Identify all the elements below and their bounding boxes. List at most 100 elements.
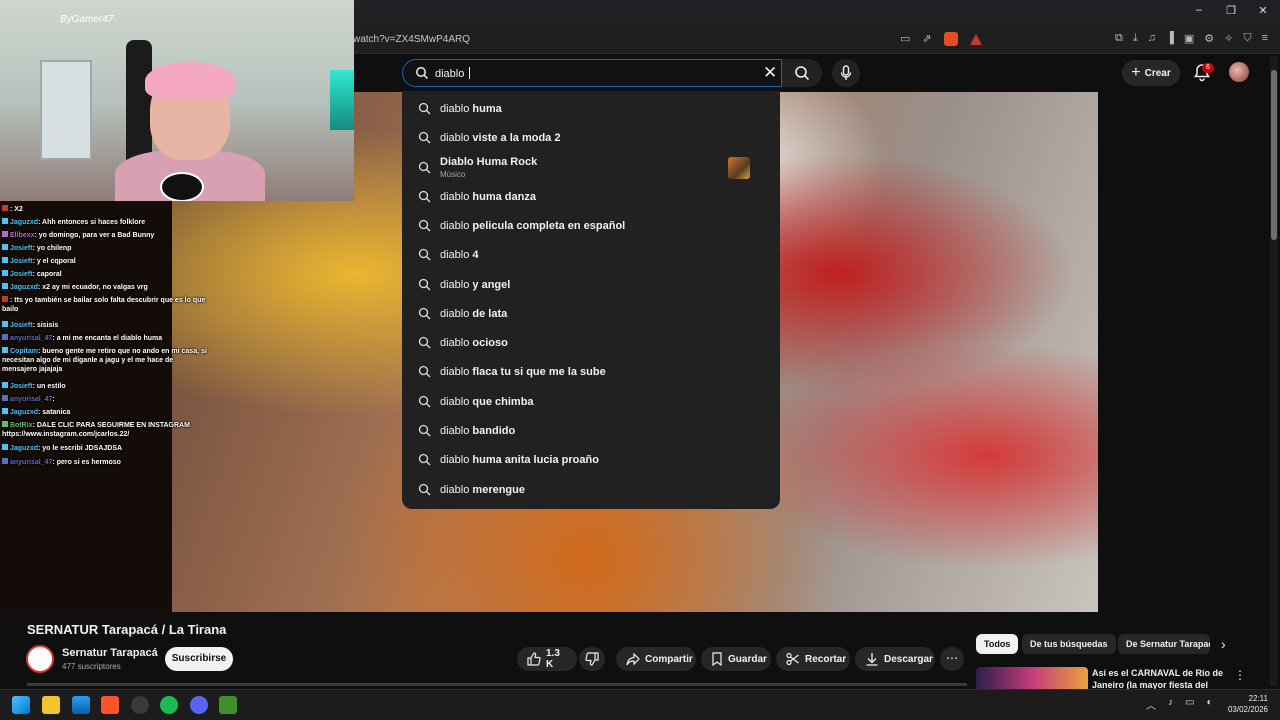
like-button[interactable]: 1.3 K xyxy=(517,647,577,671)
url-text[interactable]: watch?v=ZX4SMwP4ARQ xyxy=(353,34,470,45)
vpn-icon[interactable]: ⛉ xyxy=(1243,32,1251,45)
chat-username: Josieft xyxy=(10,271,33,278)
related-video-thumbnail[interactable] xyxy=(976,667,1088,689)
suggestion-text: diablo de lata xyxy=(440,308,508,320)
chat-text: : Ahh entonces si haces folklore xyxy=(38,219,146,226)
suggestion-text: diablo ocioso xyxy=(440,337,508,349)
close-window-button[interactable]: ✕ xyxy=(1254,4,1272,17)
dislike-button[interactable] xyxy=(579,647,605,671)
minimize-button[interactable]: – xyxy=(1190,4,1208,17)
search-button[interactable] xyxy=(782,59,822,87)
search-suggestion[interactable]: diablo ocioso xyxy=(402,328,780,356)
search-icon xyxy=(418,453,431,466)
clear-search-button[interactable]: ✕ xyxy=(763,64,777,82)
save-button[interactable]: Guardar xyxy=(701,647,771,671)
chip-all[interactable]: Todos xyxy=(976,634,1019,654)
taskbar-clock-time[interactable]: 22:11 xyxy=(1228,694,1268,703)
minecraft-icon[interactable] xyxy=(219,696,237,714)
download-icon xyxy=(866,653,878,666)
cast-icon[interactable]: ▭ xyxy=(900,32,910,46)
voice-search-button[interactable] xyxy=(832,59,860,87)
download-icon[interactable]: ⤓ xyxy=(1133,32,1138,45)
related-video-title[interactable]: Así es el CARNAVAL de Río de Janeiro (la… xyxy=(1092,667,1226,689)
chat-username: Josieft xyxy=(10,258,33,265)
chevron-right-icon[interactable]: › xyxy=(1221,636,1226,652)
share-icon[interactable]: ⇗ xyxy=(922,32,931,46)
search-suggestion[interactable]: diablo merengue xyxy=(402,475,780,503)
search-icon xyxy=(418,219,431,232)
download-button[interactable]: Descargar xyxy=(855,647,935,671)
kebab-menu-icon[interactable]: ⋮ xyxy=(1234,668,1246,682)
search-suggestion[interactable]: diablo huma danza xyxy=(402,182,780,210)
chat-message: Jaguzxd: satanica xyxy=(2,408,208,417)
taskbar-clock-date[interactable]: 03/02/2026 xyxy=(1224,705,1268,714)
clip-button[interactable]: Recortar xyxy=(776,647,850,671)
chat-message: : tts yo también se bailar solo falta de… xyxy=(2,296,208,314)
chat-username: Josieft xyxy=(10,322,33,329)
channel-name[interactable]: Sernatur Tarapacá xyxy=(62,647,158,659)
maximize-button[interactable]: ❐ xyxy=(1222,4,1240,17)
scrollbar-thumb[interactable] xyxy=(1271,70,1277,240)
chip-from-searches[interactable]: De tus búsquedas xyxy=(1022,634,1116,654)
suggestion-text: diablo huma danza xyxy=(440,191,536,203)
chat-message: anyurisal_47: a mi me encanta el diablo … xyxy=(2,334,208,343)
search-suggestion[interactable]: diablo flaca tu si que me la sube xyxy=(402,357,780,385)
search-icon xyxy=(418,278,431,291)
search-suggestion[interactable]: diablo bandido xyxy=(402,416,780,444)
search-suggestion[interactable]: diablo 4 xyxy=(402,240,780,268)
chat-badge-icon xyxy=(2,458,8,464)
plus-icon: + xyxy=(1131,64,1141,81)
account-avatar[interactable] xyxy=(1229,62,1249,82)
search-suggestion[interactable]: diablo pelicula completa en español xyxy=(402,211,780,239)
obs-icon[interactable] xyxy=(131,696,149,714)
create-button[interactable]: + Crear xyxy=(1122,60,1180,86)
like-count: 1.3 K xyxy=(546,648,560,670)
more-actions-button[interactable]: ⋯ xyxy=(940,647,964,671)
chat-badge-icon xyxy=(2,408,8,414)
discord-icon[interactable] xyxy=(190,696,208,714)
chat-message: Jaguzxd: x2 ay mi ecuador, no valgas vrg xyxy=(2,283,208,292)
share-button[interactable]: Compartir xyxy=(616,647,696,671)
extensions-icon[interactable]: ⚙ xyxy=(1204,32,1214,45)
search-suggestion[interactable]: diablo y angel xyxy=(402,270,780,298)
network-icon[interactable]: ▭ xyxy=(1185,697,1194,712)
search-input[interactable]: diablo ✕ xyxy=(402,59,782,87)
brave-shields-icon[interactable] xyxy=(943,32,958,46)
brave-browser-icon[interactable] xyxy=(101,696,119,714)
search-suggestion[interactable]: diablo que chimba xyxy=(402,387,780,415)
microphone-tray-icon[interactable]: ♪ xyxy=(1168,697,1173,712)
wallet-icon[interactable]: ▣ xyxy=(1184,32,1194,45)
chevron-up-icon[interactable]: ︿ xyxy=(1146,697,1156,712)
brave-rewards-icon[interactable] xyxy=(969,34,982,45)
chat-badge-icon xyxy=(2,283,8,289)
search-suggestion[interactable]: diablo huma anita lucia proaño xyxy=(402,445,780,473)
chat-message: Jaguzxd: yo le escribi JDSAJDSA xyxy=(2,444,208,453)
search-suggestion[interactable]: diablo huma xyxy=(402,94,780,122)
search-suggestion[interactable]: diablo de lata xyxy=(402,299,780,327)
search-icon xyxy=(418,248,431,261)
photos-icon[interactable] xyxy=(72,696,90,714)
video-title: SERNATUR Tarapacá / La Tirana xyxy=(27,622,227,637)
suggestion-text: diablo viste a la moda 2 xyxy=(440,132,561,144)
volume-icon[interactable]: ◐ xyxy=(1206,697,1212,712)
channel-avatar[interactable] xyxy=(26,645,54,673)
menu-icon[interactable]: ≡ xyxy=(1262,32,1268,45)
chip-from-channel[interactable]: De Sernatur Tarapacá xyxy=(1118,634,1210,654)
chat-message: Josieft: sisisis xyxy=(2,321,208,330)
chat-username: Josieft xyxy=(10,383,33,390)
sidebar-icon[interactable]: ▐ xyxy=(1166,32,1174,45)
windows-start-icon[interactable] xyxy=(12,696,30,714)
search-suggestions-dropdown: diablo huma diablo viste a la moda 2 Diabl… xyxy=(402,91,780,509)
tab-icon[interactable]: ⧉ xyxy=(1115,32,1123,45)
streamer-logo: ByGamer47 xyxy=(60,14,114,25)
spotify-icon[interactable] xyxy=(160,696,178,714)
chat-text: : sisisis xyxy=(32,322,59,329)
search-suggestion[interactable]: diablo viste a la moda 2 xyxy=(402,123,780,151)
chat-message: : X2 xyxy=(2,205,208,214)
search-suggestion[interactable]: Diablo Huma Rock Músico xyxy=(402,153,780,181)
chat-username: Jaguzxd xyxy=(10,284,39,291)
file-explorer-icon[interactable] xyxy=(42,696,60,714)
media-icon[interactable]: ♫ xyxy=(1148,32,1156,45)
subscribe-button[interactable]: Suscribirse xyxy=(165,647,233,671)
leo-icon[interactable]: ✧ xyxy=(1224,32,1233,45)
